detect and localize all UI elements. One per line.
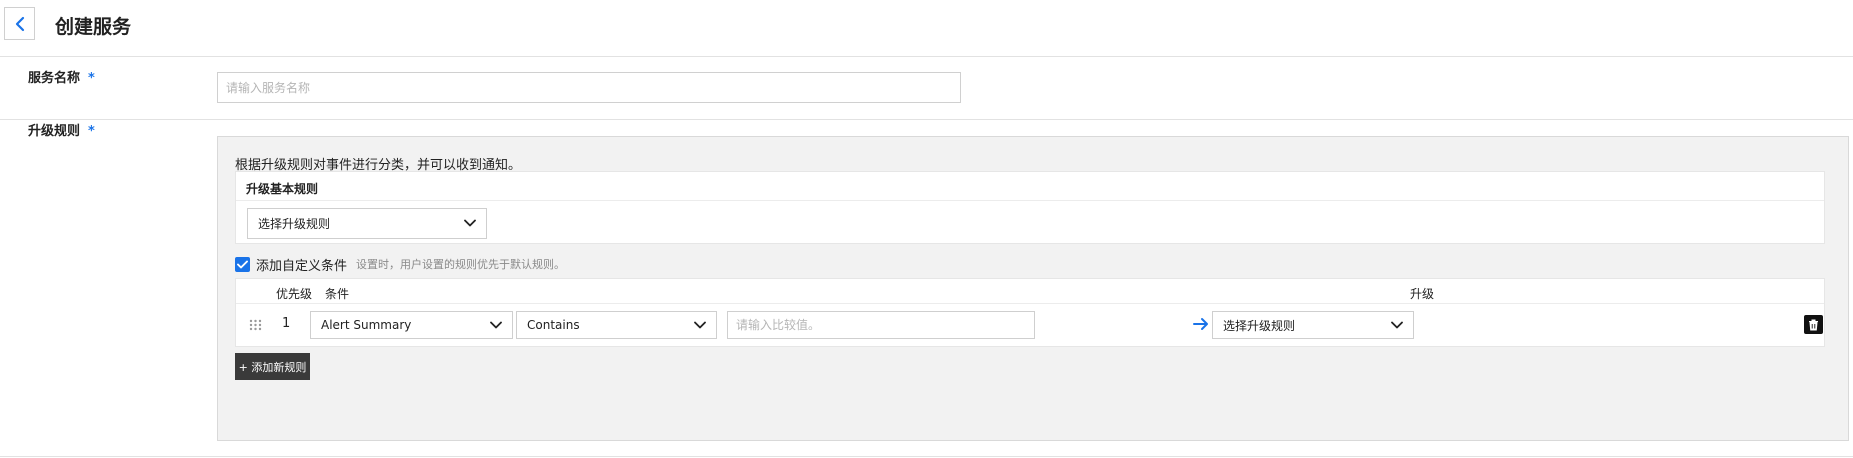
service-name-label-text: 服务名称 xyxy=(28,71,81,86)
basic-rule-select[interactable]: 选择升级规则 xyxy=(247,208,487,239)
priority-value: 1 xyxy=(282,316,291,331)
column-header-priority: 优先级 xyxy=(276,287,313,301)
chevron-left-icon xyxy=(15,16,24,31)
drag-handle-icon[interactable] xyxy=(249,319,262,331)
back-button[interactable] xyxy=(4,7,35,40)
arrow-right-icon xyxy=(1193,318,1208,330)
chevron-down-icon xyxy=(464,219,476,227)
escalation-rules-row: 升级规则 * 根据升级规则对事件进行分类，并可以收到通知。 升级基本规则 选择升级… xyxy=(0,120,1853,458)
escalate-rule-select[interactable]: 选择升级规则 xyxy=(1212,311,1414,339)
page-header: 创建服务 xyxy=(0,0,1853,57)
custom-condition-checkbox[interactable] xyxy=(235,256,250,272)
required-mark: * xyxy=(88,124,95,139)
column-header-condition: 条件 xyxy=(325,287,350,301)
chevron-down-icon xyxy=(1391,321,1403,329)
basic-rule-box: 升级基本规则 选择升级规则 xyxy=(235,171,1825,244)
escalation-rules-label-text: 升级规则 xyxy=(28,124,81,139)
escalate-rule-value: 选择升级规则 xyxy=(1223,318,1296,333)
basic-rule-select-value: 选择升级规则 xyxy=(258,217,331,231)
delete-row-button[interactable] xyxy=(1804,315,1823,334)
condition-field-select[interactable]: Alert Summary xyxy=(310,311,513,339)
service-name-input[interactable] xyxy=(217,72,961,103)
divider xyxy=(0,456,1853,457)
chevron-down-icon xyxy=(694,321,706,329)
basic-rule-title: 升级基本规则 xyxy=(246,182,319,196)
add-rule-button[interactable]: + 添加新规则 xyxy=(235,353,310,380)
page-title: 创建服务 xyxy=(55,16,132,38)
service-name-row: 服务名称 * xyxy=(0,57,1853,120)
custom-condition-row: 添加自定义条件 设置时，用户设置的规则优先于默认规则。 xyxy=(235,255,566,274)
chevron-down-icon xyxy=(490,321,502,329)
required-mark: * xyxy=(88,71,95,86)
check-icon xyxy=(237,260,248,268)
custom-condition-hint: 设置时，用户设置的规则优先于默认规则。 xyxy=(356,258,566,271)
column-header-escalate: 升级 xyxy=(1410,287,1435,301)
condition-operator-value: Contains xyxy=(527,318,580,332)
condition-value-input[interactable] xyxy=(727,311,1035,339)
custom-condition-label[interactable]: 添加自定义条件 xyxy=(256,255,347,274)
condition-table: 优先级 条件 升级 1 Alert Summary Contains 请输入比较… xyxy=(235,278,1825,347)
condition-operator-select[interactable]: Contains xyxy=(516,311,717,339)
service-name-label: 服务名称 * xyxy=(28,67,95,86)
escalation-rules-label: 升级规则 * xyxy=(28,120,95,139)
divider xyxy=(236,200,1824,201)
condition-field-value: Alert Summary xyxy=(321,318,412,332)
escalation-rules-panel: 根据升级规则对事件进行分类，并可以收到通知。 升级基本规则 选择升级规则 添加自… xyxy=(217,136,1849,441)
divider xyxy=(236,303,1824,304)
trash-icon xyxy=(1809,319,1818,330)
